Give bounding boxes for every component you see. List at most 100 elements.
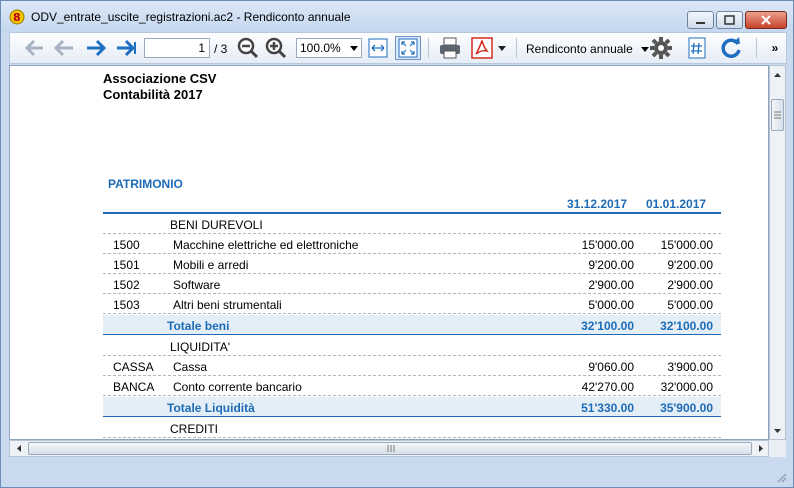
refresh-icon [721,37,741,58]
fit-width-button[interactable] [367,36,389,60]
vertical-scrollbar[interactable] [769,65,786,440]
total-row: Totale beni 32'100.00 32'100.00 [103,315,721,335]
minimize-icon [696,22,705,24]
table-row: CREDITI [103,418,721,438]
table-row: BENI DUREVOLI [103,214,721,234]
row-description: BENI DUREVOLI [170,218,263,232]
zoom-out-button[interactable] [236,36,260,60]
first-page-icon [24,39,43,57]
toolbar-separator [756,38,757,58]
pdf-icon [471,37,493,59]
zoom-in-button[interactable] [264,36,288,60]
total-label: Totale Liquidità [167,401,255,415]
zoom-value: 100.0% [300,41,341,55]
last-page-icon [117,39,136,57]
total-label: Totale beni [167,319,230,333]
scroll-thumb[interactable] [771,99,784,131]
app-logo-icon: 8 [9,9,25,25]
row-description: Software [173,278,221,292]
resize-grip-icon[interactable] [775,471,787,483]
row-value-current: 9'060.00 [588,360,634,374]
page-number-input[interactable]: 1 [144,38,210,58]
table-row: 1503 Altri beni strumentali 5'000.00 5'0… [103,294,721,314]
table-row: CASSA Cassa 9'060.00 3'900.00 [103,356,721,376]
chevron-down-icon [350,46,358,51]
hash-sheet-icon [688,37,706,59]
first-page-button[interactable] [22,36,46,60]
toolbar-separator [516,38,517,58]
export-menu-button[interactable] [496,36,508,60]
total-value-previous: 35'900.00 [660,401,713,415]
last-page-button[interactable] [114,36,138,60]
row-value-previous: 3'900.00 [667,360,713,374]
row-description: LIQUIDITA' [170,340,231,354]
close-icon [761,15,771,25]
row-value-previous: 5'000.00 [667,298,713,312]
printer-icon [440,37,460,59]
row-value-previous: 2'900.00 [667,278,713,292]
table-row: 1501 Mobili e arredi 9'200.00 9'200.00 [103,254,721,274]
export-pdf-button[interactable] [469,36,495,60]
report-header: Associazione CSV Contabilità 2017 [103,71,216,103]
row-value-previous: 9'200.00 [667,258,713,272]
minimize-button[interactable] [687,11,714,29]
row-value-current: 5'000.00 [588,298,634,312]
row-account: 1500 [113,238,140,252]
fit-width-icon [368,38,388,58]
table-row: 1502 Software 2'900.00 2'900.00 [103,274,721,294]
section-title: PATRIMONIO [108,177,183,191]
fit-page-button[interactable] [395,36,421,60]
previous-page-icon [53,39,73,57]
row-account: 1502 [113,278,140,292]
fit-page-icon [398,38,418,58]
row-description: CREDITI [170,422,218,436]
row-account: CASSA [113,360,154,374]
scroll-left-icon[interactable] [12,441,26,456]
report-subtitle: Contabilità 2017 [103,87,203,102]
zoom-out-icon [237,37,259,59]
previous-page-button[interactable] [52,36,76,60]
report-select[interactable]: Rendiconto annuale [526,42,649,56]
table-row: 1500 Macchine elettriche ed elettroniche… [103,234,721,254]
toolbar-overflow-button[interactable]: » [766,36,784,60]
report-preview: Associazione CSV Contabilità 2017 PATRIM… [9,65,769,440]
chevron-down-icon [498,46,506,51]
row-account: 1503 [113,298,140,312]
total-value-current: 32'100.00 [581,319,634,333]
next-page-icon [87,39,107,57]
row-description: Conto corrente bancario [173,380,302,394]
scroll-right-icon[interactable] [754,441,768,456]
row-description: Altri beni strumentali [173,298,282,312]
maximize-button[interactable] [716,11,743,29]
total-row: Totale Liquidità 51'330.00 35'900.00 [103,397,721,417]
print-button[interactable] [437,36,463,60]
grip-icon [387,445,395,452]
zoom-in-icon [265,37,287,59]
table-row: LIQUIDITA' [103,336,721,356]
title-bar[interactable]: 8 ODV_entrate_uscite_registrazioni.ac2 -… [1,1,793,32]
scroll-corner [769,440,786,457]
row-value-current: 42'270.00 [581,380,634,394]
scroll-down-icon[interactable] [770,424,785,438]
accounts-button[interactable] [684,36,710,60]
total-value-previous: 32'100.00 [660,319,713,333]
row-account: BANCA [113,380,155,394]
close-button[interactable] [745,11,787,29]
settings-button[interactable] [648,36,674,60]
page-total-label: / 3 [214,42,228,56]
svg-text:8: 8 [13,11,21,24]
app-window: 8 ODV_entrate_uscite_registrazioni.ac2 -… [0,0,794,488]
gear-icon [650,37,672,59]
scroll-thumb[interactable] [28,442,752,455]
row-description: Cassa [173,360,208,374]
scroll-up-icon[interactable] [770,68,785,82]
row-value-current: 15'000.00 [581,238,634,252]
grip-icon [774,111,781,119]
zoom-select[interactable]: 100.0% [296,38,362,58]
row-value-current: 2'900.00 [588,278,634,292]
refresh-button[interactable] [718,36,744,60]
next-page-button[interactable] [84,36,108,60]
organization-name: Associazione CSV [103,71,217,86]
horizontal-scrollbar[interactable] [9,440,769,457]
window-title: ODV_entrate_uscite_registrazioni.ac2 - R… [31,10,351,24]
